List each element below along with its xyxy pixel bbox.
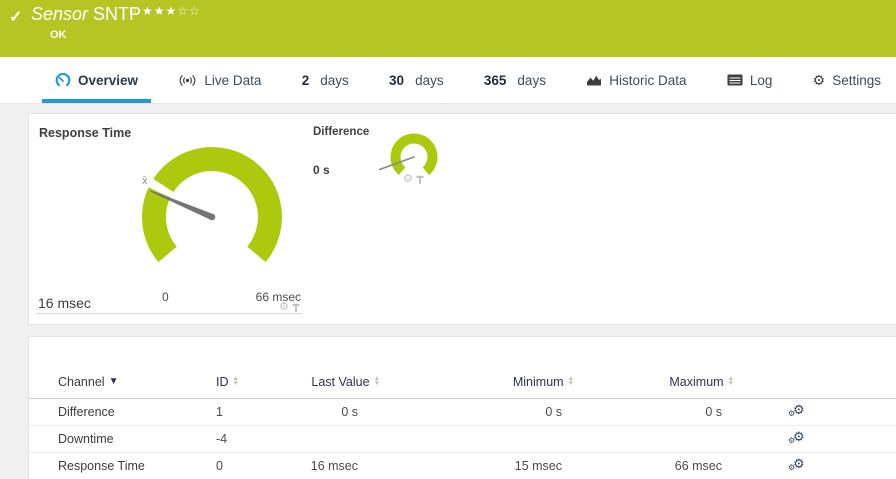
tab-number: 30 xyxy=(389,72,405,88)
channels-table: Channel ▼ ID ▲ ▼ Last Value ▲ ▼ Minimum ▲ ▼… xyxy=(29,375,896,479)
tab-365-days[interactable]: 365 days xyxy=(471,57,559,103)
tab-historic-data[interactable]: Historic Data xyxy=(573,57,699,103)
column-header-channel[interactable]: Channel ▼ xyxy=(58,375,118,389)
channel-settings-gears-icon[interactable]: ⚙ ⚙ xyxy=(788,456,806,473)
tab-bar: Overview Live Data 2 days 30 days 365 da… xyxy=(0,57,896,104)
sensor-title-prefix: Sensor xyxy=(31,4,89,24)
tab-label: Settings xyxy=(832,72,881,88)
log-list-icon xyxy=(727,74,743,86)
tab-2-days[interactable]: 2 days xyxy=(289,57,362,103)
tab-30-days[interactable]: 30 days xyxy=(376,57,457,103)
gauge-scale-min: 0 xyxy=(162,290,169,304)
flag-icon[interactable]: ⚐ xyxy=(128,5,138,18)
channel-id: 1 xyxy=(216,405,223,419)
historic-chart-icon xyxy=(587,75,602,86)
gear-icon: ⚙ xyxy=(788,462,796,472)
difference-gauge-title: Difference xyxy=(313,126,370,138)
channel-maximum: 66 msec xyxy=(674,459,722,473)
gauge-gear-icon[interactable]: ⚙ xyxy=(279,302,289,313)
channel-minimum: 0 s xyxy=(545,405,562,419)
table-row: Response Time 0 16 msec 15 msec 66 msec … xyxy=(29,453,896,479)
gear-icon: ⚙ xyxy=(788,435,796,445)
channel-settings-gears-icon[interactable]: ⚙ ⚙ xyxy=(788,429,806,446)
tab-label: Log xyxy=(749,72,773,88)
response-time-gauge-title: Response Time xyxy=(39,126,132,140)
gear-icon: ⚙ xyxy=(788,408,796,418)
gauge-actions: ⚙ xyxy=(403,174,424,185)
column-label: Last Value xyxy=(311,375,370,389)
channel-name-link[interactable]: Downtime xyxy=(29,432,216,446)
channels-panel: Channel ▼ ID ▲ ▼ Last Value ▲ ▼ Minimum ▲ ▼… xyxy=(28,336,896,479)
tab-label: days xyxy=(320,72,349,88)
average-marker: x̄ xyxy=(142,175,148,187)
status-ok-check-icon: ✓ xyxy=(9,9,23,26)
tab-number: 2 xyxy=(301,72,310,88)
column-label: Maximum xyxy=(669,375,724,389)
column-header-last-value[interactable]: Last Value ▲ ▼ xyxy=(311,375,380,389)
live-data-icon xyxy=(179,74,196,86)
divider xyxy=(36,313,302,314)
table-header-row: Channel ▼ ID ▲ ▼ Last Value ▲ ▼ Minimum ▲ ▼… xyxy=(29,375,896,399)
table-row: Downtime -4 ⚙ ⚙ xyxy=(29,426,896,453)
gauges-panel: Response Time x̄ 0 66 msec 16 msec ⚙ Dif… xyxy=(28,113,896,325)
gauge-gear-icon[interactable]: ⚙ xyxy=(403,174,413,185)
channel-settings-gears-icon[interactable]: ⚙ ⚙ xyxy=(788,402,806,419)
column-label: ID xyxy=(216,375,229,389)
tab-log[interactable]: Log xyxy=(714,57,786,103)
tab-settings[interactable]: ⚙ Settings xyxy=(800,57,894,103)
column-header-id[interactable]: ID ▲ ▼ xyxy=(216,375,239,389)
table-row: Difference 1 0 s 0 s 0 s ⚙ ⚙ xyxy=(29,399,896,426)
tab-number: 365 xyxy=(483,72,507,88)
priority-stars[interactable]: ★★★☆☆ xyxy=(142,4,201,18)
sort-icon: ▲ ▼ xyxy=(567,375,574,387)
channel-name-link[interactable]: Difference xyxy=(29,405,216,419)
channel-last-value: 16 msec xyxy=(310,459,358,473)
tab-label: days xyxy=(415,72,444,88)
channel-last-value: 0 s xyxy=(341,405,358,419)
sort-icon: ▲ ▼ xyxy=(232,375,239,387)
channel-id: 0 xyxy=(216,459,223,473)
tab-overview[interactable]: Overview xyxy=(42,57,152,103)
column-header-maximum[interactable]: Maximum ▲ ▼ xyxy=(669,375,734,389)
channel-maximum: 0 s xyxy=(705,405,722,419)
tab-live-data[interactable]: Live Data xyxy=(165,57,274,103)
column-label: Minimum xyxy=(512,375,564,389)
sort-desc-icon: ▼ xyxy=(108,376,119,387)
channel-name-link[interactable]: Response Time xyxy=(29,459,216,473)
tab-label: Overview xyxy=(78,72,139,88)
channel-minimum: 15 msec xyxy=(514,459,562,473)
column-header-minimum[interactable]: Minimum ▲ ▼ xyxy=(513,375,574,389)
tab-label: Historic Data xyxy=(609,72,687,88)
pin-icon[interactable] xyxy=(416,175,424,185)
tab-label: Live Data xyxy=(204,72,262,88)
tab-label: days xyxy=(517,72,546,88)
difference-value: 0 s xyxy=(313,163,330,177)
sensor-title: Sensor SNTP xyxy=(31,4,141,25)
gauge-icon xyxy=(55,72,71,87)
pin-icon[interactable] xyxy=(292,303,300,313)
channel-id: -4 xyxy=(216,432,228,446)
gauge-actions: ⚙ xyxy=(279,302,300,313)
sort-icon: ▲ ▼ xyxy=(727,375,734,387)
response-time-gauge xyxy=(141,147,282,263)
column-label: Channel xyxy=(58,375,105,389)
gear-icon: ⚙ xyxy=(812,72,826,88)
status-badge: OK xyxy=(50,29,67,41)
response-time-value: 16 msec xyxy=(38,295,91,311)
sensor-header: ✓ Sensor SNTP ⚐ ★★★☆☆ OK xyxy=(0,0,896,57)
